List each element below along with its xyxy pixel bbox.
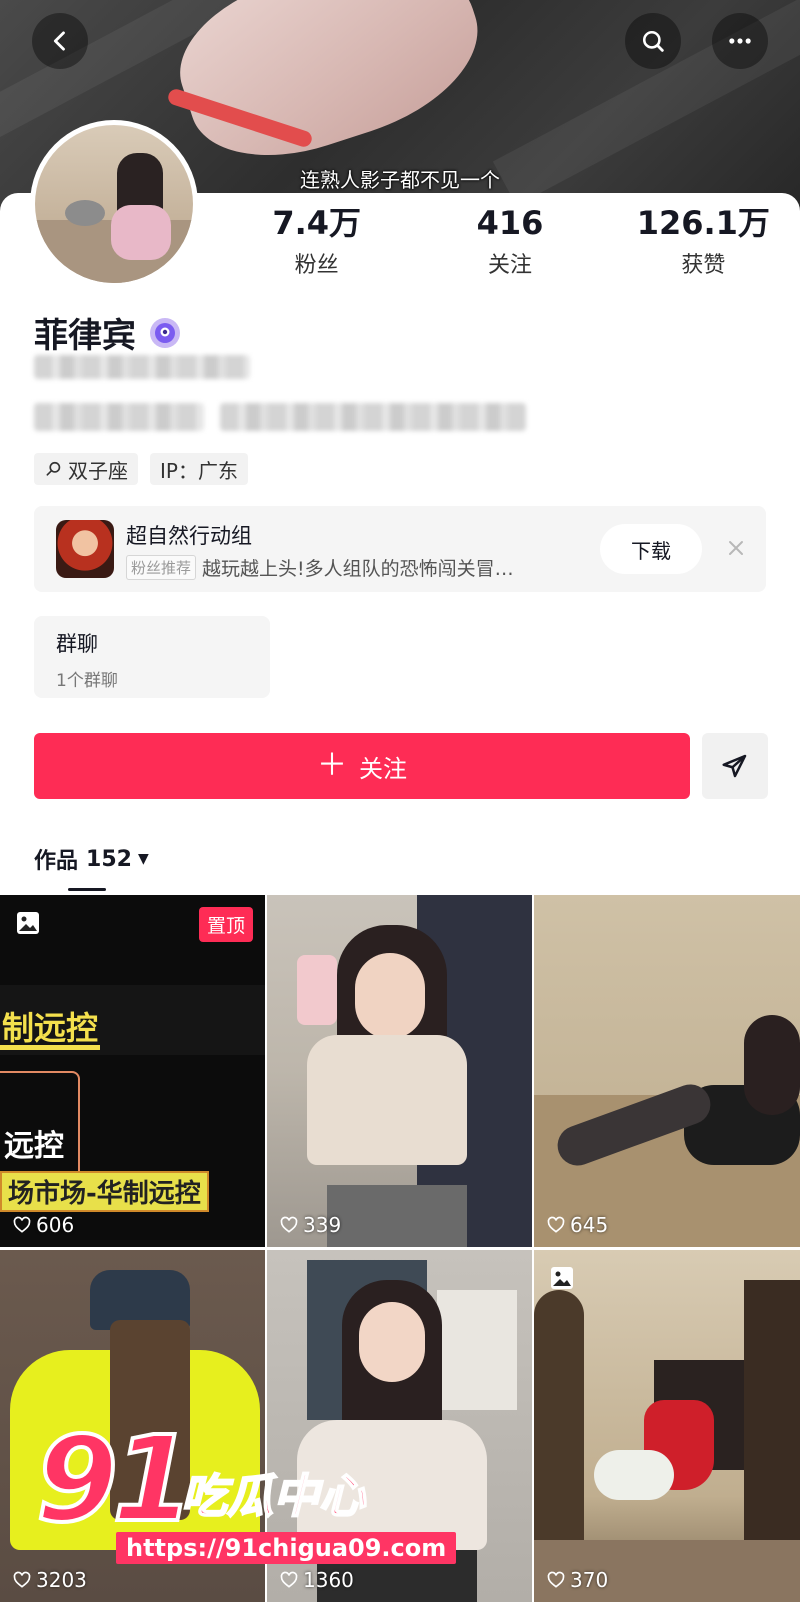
like-count: 606 <box>12 1213 74 1237</box>
thumb-text: 场市场-华制远控 <box>0 1171 209 1212</box>
tag-label: IP：广东 <box>160 458 238 483</box>
group-chat-card[interactable]: 群聊 1个群聊 <box>34 616 270 698</box>
image-post-icon <box>551 1267 573 1289</box>
close-icon[interactable] <box>724 536 748 560</box>
send-message-button[interactable] <box>702 733 768 799</box>
thumb-flowers <box>594 1450 674 1500</box>
tab-underline <box>68 888 106 891</box>
like-count: 339 <box>279 1213 341 1237</box>
stat-followers[interactable]: 7.4万 粉丝 <box>220 205 413 279</box>
stat-value: 126.1万 <box>636 204 770 242</box>
game-ad-card[interactable]: 超自然行动组 粉丝推荐 越玩越上头!多人组队的恐怖闯关冒… 下载 <box>34 506 766 592</box>
stat-label: 获赞 <box>681 253 726 278</box>
cover-hand <box>161 0 499 183</box>
heart-icon <box>280 1216 298 1233</box>
back-button[interactable] <box>32 13 88 69</box>
stat-label: 粉丝 <box>294 253 339 278</box>
watermark-title: 吃瓜中心 <box>180 1468 366 1524</box>
ad-title: 超自然行动组 <box>126 524 252 548</box>
follow-label: 关注 <box>359 754 407 783</box>
profile-name: 菲律宾 <box>34 316 136 356</box>
stat-label: 关注 <box>487 253 532 278</box>
caret-down-icon: ▼ <box>137 851 149 867</box>
profile-stats: 7.4万 粉丝 416 关注 126.1万 获赞 <box>220 205 800 279</box>
creator-badge-icon[interactable] <box>148 316 182 350</box>
blurred-bio-text <box>220 403 526 431</box>
tab-works[interactable]: 作品 152 ▼ <box>34 843 149 875</box>
search-button[interactable] <box>625 13 681 69</box>
more-button[interactable] <box>712 13 768 69</box>
tag-label: 双子座 <box>68 458 128 483</box>
tag-zodiac: 双子座 <box>34 453 138 485</box>
stat-likes[interactable]: 126.1万 获赞 <box>607 205 800 279</box>
thumb-face <box>359 1302 425 1382</box>
pinned-badge: 置顶 <box>198 907 253 942</box>
avatar-dress <box>111 205 171 260</box>
stat-following[interactable]: 416 关注 <box>413 205 606 279</box>
watermark-url: https://91chigua09.com <box>116 1532 457 1564</box>
group-chat-title: 群聊 <box>56 632 98 656</box>
like-count: 370 <box>546 1568 608 1592</box>
avatar[interactable] <box>30 120 198 288</box>
ad-subline: 粉丝推荐 越玩越上头!多人组队的恐怖闯关冒… <box>126 554 576 581</box>
works-count: 152 <box>86 846 132 872</box>
image-post-icon <box>17 912 39 934</box>
blurred-bio-text <box>34 403 204 431</box>
heart-icon <box>13 1571 31 1588</box>
like-count-value: 606 <box>36 1213 75 1237</box>
like-count: 1360 <box>279 1568 354 1592</box>
like-count-value: 1360 <box>303 1568 354 1592</box>
search-icon <box>642 30 664 52</box>
thumb-hair <box>744 1015 800 1115</box>
more-icon <box>729 38 751 44</box>
stat-value: 7.4万 <box>272 204 362 242</box>
heart-icon <box>13 1216 31 1233</box>
video-thumbnail[interactable]: 339 <box>267 895 532 1247</box>
thumb-mirror <box>534 1290 584 1550</box>
heart-icon <box>547 1216 565 1233</box>
download-button[interactable]: 下载 <box>600 524 702 574</box>
group-chat-subtitle: 1个群聊 <box>56 671 118 691</box>
like-count-value: 339 <box>303 1213 342 1237</box>
thumb-heater <box>437 1290 517 1410</box>
heart-icon <box>547 1571 565 1588</box>
blurred-id-text <box>34 355 250 379</box>
tag-row: 双子座 IP：广东 <box>34 453 248 485</box>
thumb-underline <box>0 1045 100 1050</box>
like-count-value: 645 <box>570 1213 609 1237</box>
heart-icon <box>280 1571 298 1588</box>
like-count: 3203 <box>12 1568 87 1592</box>
site-watermark: 91 吃瓜中心 https://91chigua09.com <box>34 1410 457 1570</box>
ad-chip: 粉丝推荐 <box>126 555 197 580</box>
video-thumbnail[interactable]: 置顶 制远控 远控 场市场-华制远控 606 <box>0 895 265 1247</box>
video-thumbnail[interactable]: 370 <box>534 1250 800 1602</box>
name-row: 菲律宾 <box>34 308 182 357</box>
video-thumbnail[interactable]: 645 <box>534 895 800 1247</box>
game-app-icon <box>56 520 114 578</box>
thumb-phone <box>297 955 337 1025</box>
stat-value: 416 <box>476 204 544 242</box>
search-icon <box>46 461 61 476</box>
tag-ip-location: IP：广东 <box>150 453 248 485</box>
thumb-cabinet <box>744 1280 800 1570</box>
thumb-text: 远控 <box>4 1129 64 1164</box>
watermark-number: 91 <box>34 1410 196 1548</box>
like-count-value: 3203 <box>36 1568 87 1592</box>
thumb-text: 制远控 <box>2 1009 99 1047</box>
send-icon <box>722 754 747 778</box>
ad-description: 越玩越上头!多人组队的恐怖闯关冒… <box>202 558 514 580</box>
thumb-sweater <box>307 1035 467 1165</box>
thumb-face <box>355 953 425 1039</box>
avatar-cat <box>65 200 105 226</box>
like-count: 645 <box>546 1213 608 1237</box>
plus-icon: ＋ <box>317 748 347 783</box>
thumb-skirt <box>327 1185 467 1247</box>
avatar-image <box>35 125 193 283</box>
works-label: 作品 <box>34 849 79 874</box>
follow-button[interactable]: ＋ 关注 <box>34 733 690 799</box>
back-icon <box>53 31 65 51</box>
like-count-value: 370 <box>570 1568 609 1592</box>
